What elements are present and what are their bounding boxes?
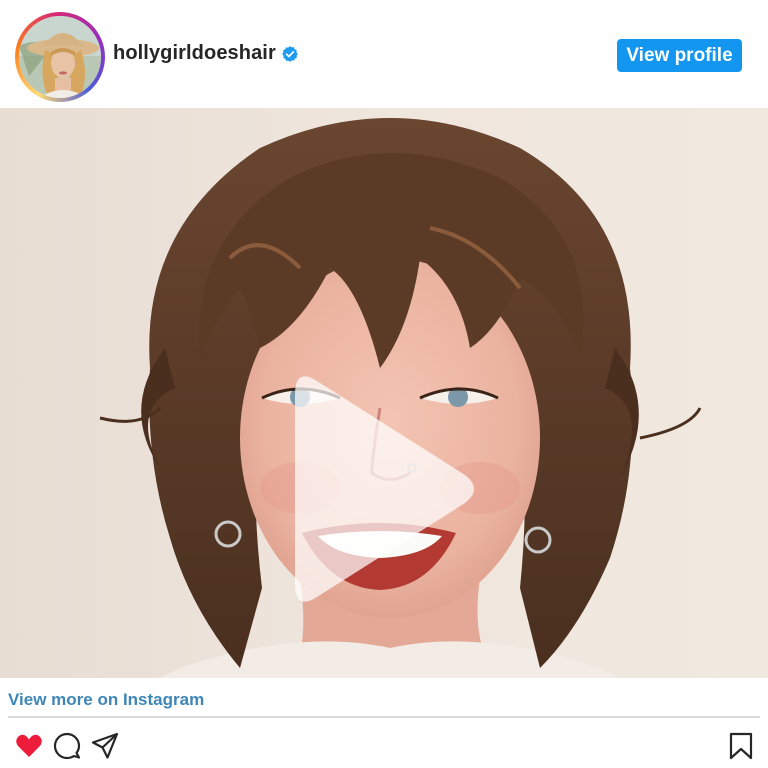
post-header: hollygirldoeshair View profile — [0, 0, 768, 108]
avatar-photo — [19, 16, 101, 98]
bookmark-icon[interactable] — [728, 732, 754, 760]
view-profile-button[interactable]: View profile — [617, 39, 742, 72]
view-more-on-instagram-link[interactable]: View more on Instagram — [8, 690, 204, 710]
post-media[interactable] — [0, 108, 768, 678]
comment-icon[interactable] — [52, 731, 82, 761]
username-link[interactable]: hollygirldoeshair — [113, 42, 276, 65]
post-actions — [14, 731, 120, 761]
verified-badge-icon — [281, 45, 298, 62]
divider — [8, 716, 760, 718]
username-group: hollygirldoeshair — [113, 42, 299, 65]
avatar-story-ring[interactable] — [15, 12, 105, 102]
avatar[interactable] — [19, 16, 101, 98]
share-icon[interactable] — [90, 731, 120, 761]
instagram-embed: hollygirldoeshair View profile View more… — [0, 0, 768, 768]
play-icon[interactable] — [287, 373, 477, 605]
heart-icon[interactable] — [14, 731, 44, 761]
